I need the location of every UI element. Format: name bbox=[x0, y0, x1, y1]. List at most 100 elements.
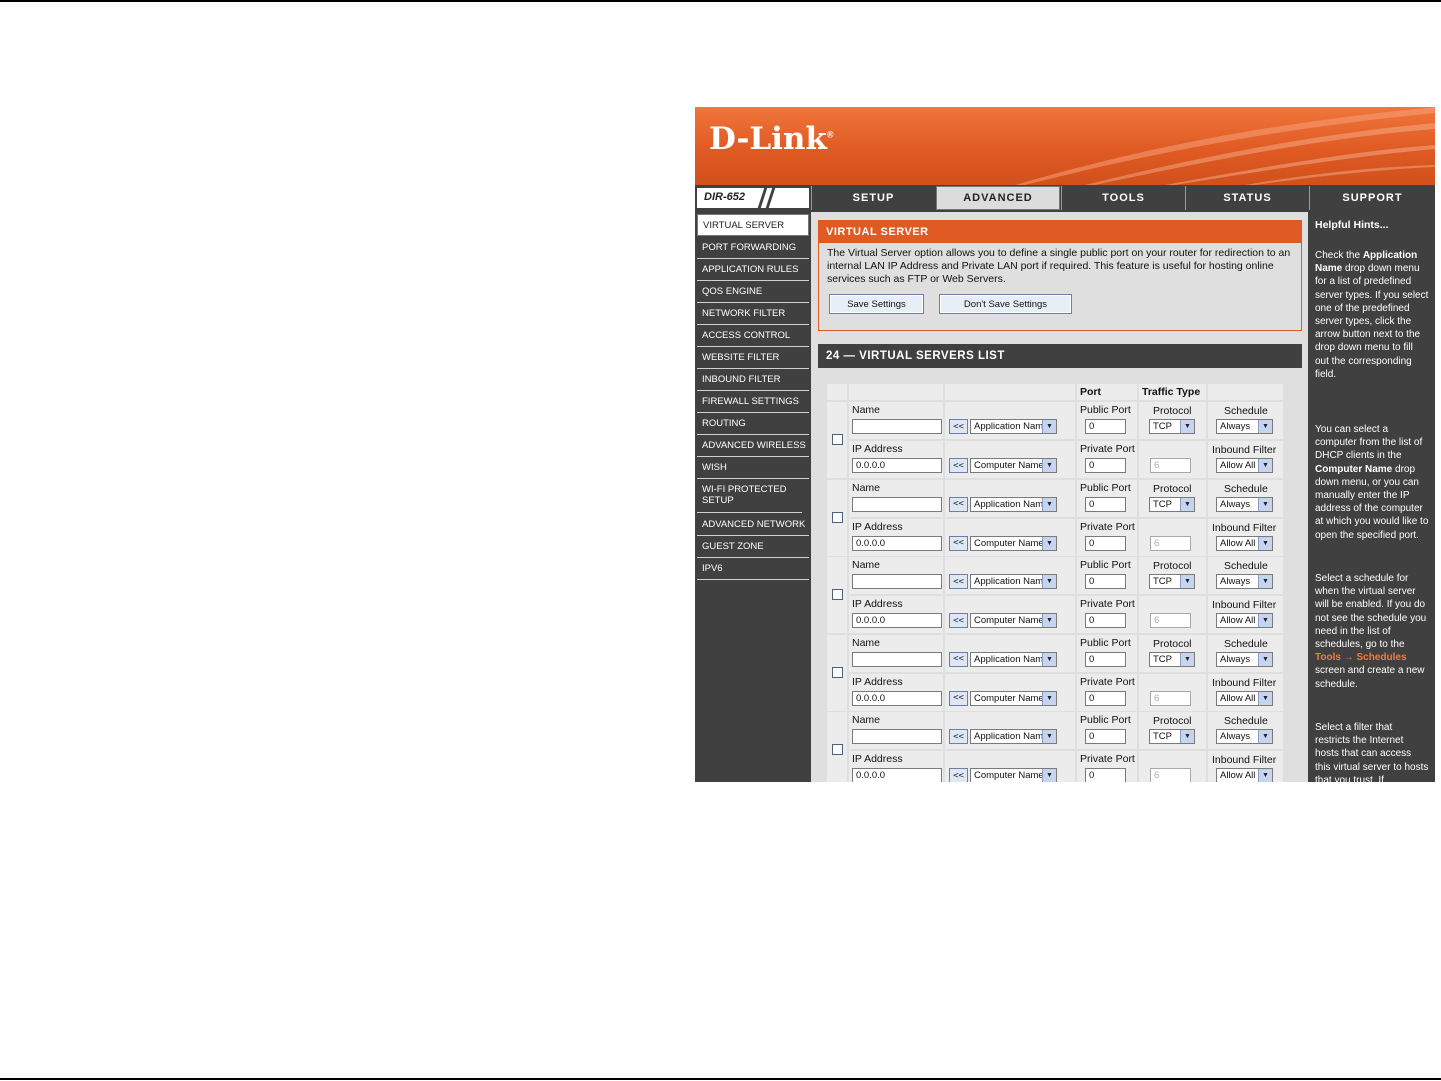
public-port-input[interactable]: 0 bbox=[1085, 419, 1126, 434]
ip-address-input[interactable]: 0.0.0.0 bbox=[852, 458, 942, 473]
sidebar-item-advanced-network[interactable]: ADVANCED NETWORK bbox=[697, 514, 809, 536]
copy-arrow-button[interactable]: << bbox=[949, 768, 968, 782]
protocol-number-input[interactable]: 6 bbox=[1150, 690, 1191, 706]
copy-arrow-button[interactable]: << bbox=[949, 690, 968, 706]
sidebar-item-ipv6[interactable]: IPV6 bbox=[697, 558, 809, 580]
inbound-filter-select[interactable]: Allow All ▼ bbox=[1216, 458, 1273, 473]
private-port-input[interactable]: 0 bbox=[1085, 690, 1126, 706]
inbound-filter-select[interactable]: Allow All ▼ bbox=[1216, 690, 1273, 706]
computer-name-select[interactable]: Computer Name ▼ bbox=[970, 690, 1057, 706]
computer-name-select[interactable]: Computer Name ▼ bbox=[970, 768, 1057, 782]
ip-address-input[interactable]: 0.0.0.0 bbox=[852, 768, 942, 782]
application-name-select[interactable]: Application Nam ▼ bbox=[970, 419, 1057, 434]
public-port-input[interactable]: 0 bbox=[1085, 496, 1126, 512]
protocol-select[interactable]: TCP ▼ bbox=[1149, 729, 1195, 744]
sidebar-item-application-rules[interactable]: APPLICATION RULES bbox=[697, 259, 809, 281]
tab-support[interactable]: SUPPORT bbox=[1309, 186, 1435, 210]
protocol-select-value: TCP bbox=[1153, 421, 1172, 432]
inbound-filter-select[interactable]: Allow All ▼ bbox=[1216, 613, 1273, 628]
chevron-down-icon: ▼ bbox=[1042, 769, 1056, 782]
sidebar-item-wifi-protected-setup[interactable]: WI-FI PROTECTED SETUP bbox=[697, 479, 802, 513]
copy-arrow-button[interactable]: << bbox=[949, 613, 968, 628]
public-port-input[interactable]: 0 bbox=[1085, 729, 1126, 744]
sidebar-item-access-control[interactable]: ACCESS CONTROL bbox=[697, 325, 809, 347]
schedule-select[interactable]: Always ▼ bbox=[1216, 729, 1273, 744]
sidebar-item-virtual-server[interactable]: VIRTUAL SERVER bbox=[697, 214, 809, 236]
schedule-select[interactable]: Always ▼ bbox=[1216, 496, 1273, 512]
copy-arrow-button[interactable]: << bbox=[949, 458, 968, 473]
name-label: Name bbox=[852, 404, 881, 416]
protocol-number-input[interactable]: 6 bbox=[1150, 458, 1191, 473]
save-settings-button[interactable]: Save Settings bbox=[829, 294, 924, 314]
chevron-down-icon: ▼ bbox=[1042, 497, 1056, 511]
protocol-select[interactable]: TCP ▼ bbox=[1149, 651, 1195, 667]
protocol-select[interactable]: TCP ▼ bbox=[1149, 496, 1195, 512]
application-name-select[interactable]: Application Nam ▼ bbox=[970, 651, 1057, 667]
schedule-select[interactable]: Always ▼ bbox=[1216, 419, 1273, 434]
copy-arrow-button[interactable]: << bbox=[949, 574, 968, 589]
sidebar-item-network-filter[interactable]: NETWORK FILTER bbox=[697, 303, 809, 325]
tools-schedules-link[interactable]: Tools → Schedules bbox=[1315, 652, 1407, 663]
sidebar-item-wish[interactable]: WISH bbox=[697, 457, 809, 479]
private-port-input[interactable]: 0 bbox=[1085, 613, 1126, 628]
virtual-server-section: VIRTUAL SERVER The Virtual Server option… bbox=[818, 220, 1302, 331]
name-input[interactable] bbox=[852, 574, 942, 589]
application-name-select[interactable]: Application Nam ▼ bbox=[970, 729, 1057, 744]
tab-setup[interactable]: SETUP bbox=[811, 186, 935, 210]
inbound-filter-select[interactable]: Allow All ▼ bbox=[1216, 535, 1273, 551]
copy-arrow-button[interactable]: << bbox=[949, 535, 968, 551]
enable-checkbox[interactable] bbox=[832, 434, 843, 445]
enable-checkbox[interactable] bbox=[832, 589, 843, 600]
chevron-down-icon: ▼ bbox=[1258, 575, 1272, 588]
sidebar-item-advanced-wireless[interactable]: ADVANCED WIRELESS bbox=[697, 435, 809, 457]
sidebar-item-firewall-settings[interactable]: FIREWALL SETTINGS bbox=[697, 391, 809, 413]
private-port-input[interactable]: 0 bbox=[1085, 458, 1126, 473]
copy-arrow-button[interactable]: << bbox=[949, 496, 968, 512]
computer-name-select[interactable]: Computer Name ▼ bbox=[970, 535, 1057, 551]
sidebar-item-website-filter[interactable]: WEBSITE FILTER bbox=[697, 347, 809, 369]
sidebar-item-qos-engine[interactable]: QOS ENGINE bbox=[697, 281, 809, 303]
sidebar-item-guest-zone[interactable]: GUEST ZONE bbox=[697, 536, 809, 558]
protocol-label: Protocol bbox=[1153, 482, 1192, 495]
ip-address-input[interactable]: 0.0.0.0 bbox=[852, 613, 942, 628]
copy-arrow-button[interactable]: << bbox=[949, 419, 968, 434]
public-port-input[interactable]: 0 bbox=[1085, 574, 1126, 589]
tab-tools[interactable]: TOOLS bbox=[1061, 186, 1185, 210]
copy-arrow-button[interactable]: << bbox=[949, 729, 968, 744]
ip-address-input[interactable]: 0.0.0.0 bbox=[852, 690, 942, 706]
enable-checkbox[interactable] bbox=[832, 511, 843, 523]
sidebar-item-port-forwarding[interactable]: PORT FORWARDING bbox=[697, 237, 809, 259]
enable-checkbox[interactable] bbox=[832, 666, 843, 678]
private-port-label: Private Port bbox=[1080, 753, 1135, 765]
inbound-filter-select[interactable]: Allow All ▼ bbox=[1216, 768, 1273, 782]
enable-checkbox[interactable] bbox=[832, 744, 843, 755]
tab-status[interactable]: STATUS bbox=[1185, 186, 1309, 210]
computer-name-select[interactable]: Computer Name ▼ bbox=[970, 458, 1057, 473]
copy-arrow-button[interactable]: << bbox=[949, 651, 968, 667]
name-input[interactable] bbox=[852, 651, 942, 667]
protocol-number-input[interactable]: 6 bbox=[1150, 768, 1191, 782]
protocol-number-input[interactable]: 6 bbox=[1150, 613, 1191, 628]
sidebar-item-inbound-filter[interactable]: INBOUND FILTER bbox=[697, 369, 809, 391]
sidebar-item-routing[interactable]: ROUTING bbox=[697, 413, 809, 435]
name-input[interactable] bbox=[852, 496, 942, 512]
inbound-filter-select-value: Allow All bbox=[1220, 460, 1256, 471]
application-name-select[interactable]: Application Nam ▼ bbox=[970, 496, 1057, 512]
protocol-number-input[interactable]: 6 bbox=[1150, 535, 1191, 551]
name-input[interactable] bbox=[852, 729, 942, 744]
protocol-select[interactable]: TCP ▼ bbox=[1149, 419, 1195, 434]
private-port-input[interactable]: 0 bbox=[1085, 768, 1126, 782]
name-input[interactable] bbox=[852, 419, 942, 434]
computer-name-select[interactable]: Computer Name ▼ bbox=[970, 613, 1057, 628]
ip-address-input[interactable]: 0.0.0.0 bbox=[852, 535, 942, 551]
schedule-select[interactable]: Always ▼ bbox=[1216, 574, 1273, 589]
schedule-select[interactable]: Always ▼ bbox=[1216, 651, 1273, 667]
public-port-input[interactable]: 0 bbox=[1085, 651, 1126, 667]
schedule-select-value: Always bbox=[1220, 653, 1251, 665]
dont-save-settings-button[interactable]: Don't Save Settings bbox=[939, 294, 1072, 314]
private-port-input[interactable]: 0 bbox=[1085, 535, 1126, 551]
application-name-select[interactable]: Application Nam ▼ bbox=[970, 574, 1057, 589]
protocol-select[interactable]: TCP ▼ bbox=[1149, 574, 1195, 589]
computer-name-select-value: Computer Name bbox=[974, 692, 1044, 704]
tab-advanced[interactable]: ADVANCED bbox=[936, 186, 1060, 210]
